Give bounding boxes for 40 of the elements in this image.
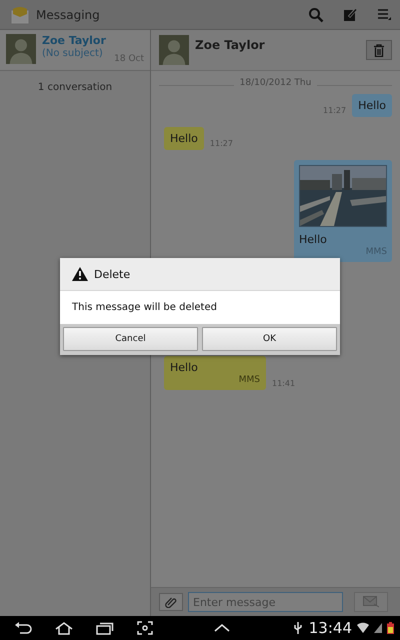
envelope-icon [10, 4, 30, 24]
screenshot-icon[interactable] [137, 621, 153, 635]
contact-name: Zoe Taylor [42, 34, 107, 47]
menu-icon[interactable] [376, 6, 392, 22]
clock: 13:44 [308, 619, 352, 637]
message-bubble[interactable]: Hello [352, 94, 392, 117]
envelope-icon [363, 596, 379, 608]
warning-icon [72, 267, 88, 281]
message-text: Hello [170, 132, 198, 145]
battery-icon [387, 622, 394, 634]
paperclip-icon [165, 596, 177, 608]
dialog-title: Delete [94, 268, 130, 280]
message-field[interactable]: Enter message [188, 592, 343, 612]
contact-name: Zoe Taylor [195, 38, 265, 52]
app-title: Messaging [36, 8, 100, 22]
message-type: MMS [238, 375, 260, 385]
caret-icon[interactable] [214, 624, 230, 632]
recent-apps-icon[interactable] [96, 622, 114, 634]
message-bubble[interactable]: Hello [164, 127, 204, 150]
avatar-icon [6, 34, 36, 64]
message-text: Hello [358, 99, 386, 112]
search-icon[interactable] [308, 6, 324, 22]
dialog-message: This message will be deleted [60, 291, 340, 324]
signal-icon [374, 623, 382, 633]
attach-button[interactable] [159, 593, 183, 611]
conversation-count: 1 conversation [36, 82, 114, 93]
wifi-icon [357, 622, 369, 634]
trash-icon [373, 44, 385, 56]
message-bubble[interactable]: Hello MMS [164, 356, 266, 390]
dialog-button[interactable]: OK [202, 327, 337, 351]
message-subject: (No subject) [42, 48, 104, 59]
message-text: Hello [299, 233, 328, 246]
avatar-icon [159, 35, 189, 65]
delete-button[interactable] [366, 40, 392, 60]
home-icon[interactable] [55, 622, 73, 634]
back-icon[interactable] [14, 622, 32, 634]
usb-icon [294, 622, 302, 634]
compose-icon[interactable] [342, 6, 358, 22]
message-text: Hello [170, 361, 199, 374]
dialog-button[interactable]: Cancel [63, 327, 198, 351]
